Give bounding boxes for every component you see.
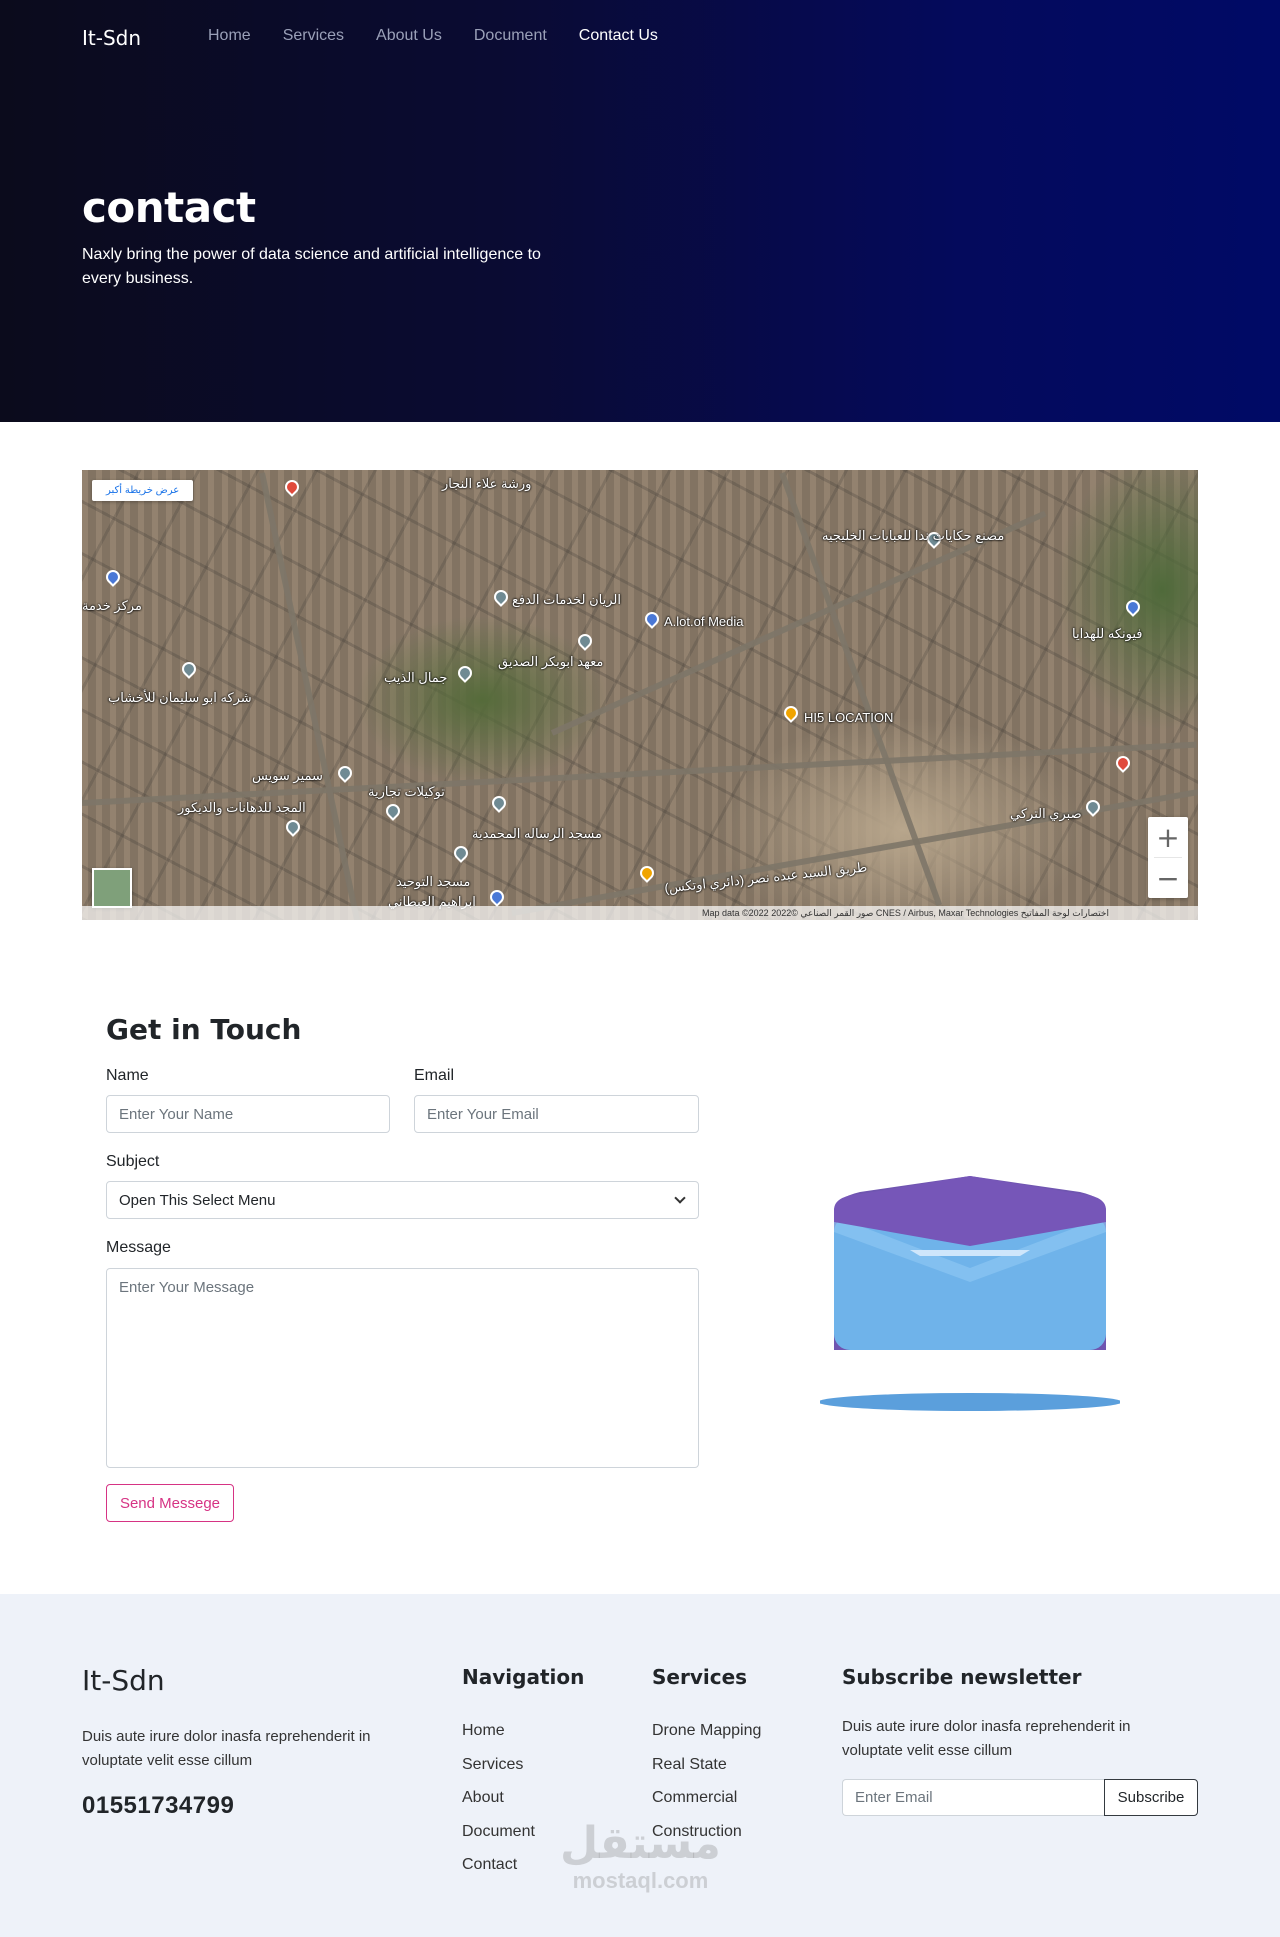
map-pin-icon[interactable] <box>455 663 475 683</box>
footer-link-services[interactable]: Services <box>462 1748 535 1782</box>
page-title: contact <box>82 183 256 232</box>
footer-service-real-state[interactable]: Real State <box>652 1748 761 1782</box>
map-label: HI5 LOCATION <box>804 710 894 725</box>
zoom-in-button[interactable]: + <box>1148 817 1188 857</box>
map-pin-icon[interactable] <box>575 631 595 651</box>
nav-services[interactable]: Services <box>283 27 344 45</box>
send-message-button[interactable]: Send Messege <box>106 1484 234 1522</box>
map-label: مسجد الرساله المحمدية <box>472 826 602 841</box>
footer-service-commercial[interactable]: Commercial <box>652 1781 761 1815</box>
brand-logo[interactable]: It-Sdn <box>82 26 141 50</box>
map-label: سمير سويس <box>252 768 323 783</box>
email-label: Email <box>414 1067 455 1084</box>
map-pin-icon[interactable] <box>1113 753 1133 773</box>
embedded-map[interactable]: عرض خريطة أكبر ورشة علاء النجار مصنع حكا… <box>82 470 1198 920</box>
map-pin-icon[interactable] <box>491 587 511 607</box>
map-label: مسجد التوحيد <box>396 874 471 889</box>
map-pin-icon[interactable] <box>282 477 302 497</box>
footer-service-drone-mapping[interactable]: Drone Mapping <box>652 1714 761 1748</box>
map-pin-icon[interactable] <box>335 763 355 783</box>
hero-subtitle: Naxly bring the power of data science an… <box>82 246 541 287</box>
message-label: Message <box>106 1239 171 1256</box>
map-label: معهد ابوبكر الصديق <box>498 654 604 669</box>
newsletter-description: Duis aute irure dolor inasfa reprehender… <box>842 1718 1131 1759</box>
map-pin-icon[interactable] <box>642 609 662 629</box>
subject-label: Subject <box>106 1153 160 1170</box>
newsletter-email-input[interactable]: Enter Email <box>842 1779 1105 1816</box>
name-input[interactable]: Enter Your Name <box>106 1095 390 1133</box>
main-nav: Home Services About Us Document Contact … <box>208 27 690 45</box>
map-pin-icon[interactable] <box>179 659 199 679</box>
map-label: توكيلات تجارية <box>368 784 445 799</box>
name-label: Name <box>106 1067 149 1084</box>
footer-navigation-title: Navigation <box>462 1665 585 1689</box>
footer-phone: 01551734799 <box>82 1792 235 1819</box>
map-label: فيونكه للهدايا <box>1072 626 1143 641</box>
map-label: A.lot.of Media <box>664 614 744 629</box>
zoom-out-button[interactable]: − <box>1148 858 1188 898</box>
message-textarea[interactable]: Enter Your Message <box>106 1268 699 1468</box>
subscribe-button[interactable]: Subscribe <box>1104 1779 1198 1816</box>
map-label: مركز خدمة <box>82 598 142 613</box>
footer-link-about[interactable]: About <box>462 1781 535 1815</box>
map-attribution: Map data ©2022 صور القمر الصناعي ©2022 C… <box>82 906 1198 920</box>
email-input[interactable]: Enter Your Email <box>414 1095 699 1133</box>
contact-title: Get in Touch <box>106 1013 302 1046</box>
map-zoom-control: + − <box>1148 817 1188 898</box>
map-pin-icon[interactable] <box>383 801 403 821</box>
nav-contact-us[interactable]: Contact Us <box>579 27 658 45</box>
subject-select[interactable]: Open This Select Menu <box>106 1181 699 1219</box>
map-label: شركه ابو سليمان للأخشاب <box>108 690 252 705</box>
footer-description: Duis aute irure dolor inasfa reprehender… <box>82 1728 371 1769</box>
map-label: ورشة علاء النجار <box>442 476 532 491</box>
map-road <box>259 472 361 920</box>
map-pin-icon[interactable] <box>487 887 507 907</box>
nav-about-us[interactable]: About Us <box>376 27 442 45</box>
map-pin-icon[interactable] <box>781 703 801 723</box>
map-label: الريان لخدمات الدفع <box>512 592 621 607</box>
map-pin-icon[interactable] <box>103 567 123 587</box>
footer-services-title: Services <box>652 1665 748 1689</box>
chevron-down-icon <box>674 1192 686 1204</box>
map-pin-icon[interactable] <box>451 843 471 863</box>
view-larger-map-link[interactable]: عرض خريطة أكبر <box>92 480 194 501</box>
footer-navigation-list: Home Services About Document Contact <box>462 1714 535 1882</box>
envelope-letter <box>910 1250 1030 1256</box>
footer-link-document[interactable]: Document <box>462 1815 535 1849</box>
footer-link-home[interactable]: Home <box>462 1714 535 1748</box>
hero-section: It-Sdn Home Services About Us Document C… <box>0 0 1280 422</box>
watermark-arabic: مستقل <box>560 1819 721 1868</box>
watermark-logo: مستقل mostaql.com <box>560 1820 721 1894</box>
newsletter-title: Subscribe newsletter <box>842 1665 1082 1689</box>
map-road <box>550 510 1047 736</box>
nav-home[interactable]: Home <box>208 27 251 45</box>
map-pin-icon[interactable] <box>1123 597 1143 617</box>
footer-brand[interactable]: It-Sdn <box>82 1664 165 1697</box>
envelope-illustration <box>820 1176 1120 1411</box>
nav-document[interactable]: Document <box>474 27 547 45</box>
map-label: صبري التركي <box>1010 806 1082 821</box>
footer-link-contact[interactable]: Contact <box>462 1848 535 1882</box>
map-label: مصنع حكايات ندا للعبايات الخليجيه <box>822 528 1005 543</box>
map-pin-icon[interactable] <box>489 793 509 813</box>
subject-selected-value: Open This Select Menu <box>119 1191 276 1209</box>
map-road <box>82 741 1197 806</box>
map-layer-toggle[interactable] <box>92 868 132 908</box>
map-pin-icon[interactable] <box>637 863 657 883</box>
map-label: المجد للدهانات والديكور <box>178 800 306 815</box>
map-pin-icon[interactable] <box>283 817 303 837</box>
map-label: جمال الذيب <box>384 670 448 685</box>
envelope-shadow <box>820 1393 1120 1411</box>
watermark-latin: mostaql.com <box>572 1868 709 1893</box>
